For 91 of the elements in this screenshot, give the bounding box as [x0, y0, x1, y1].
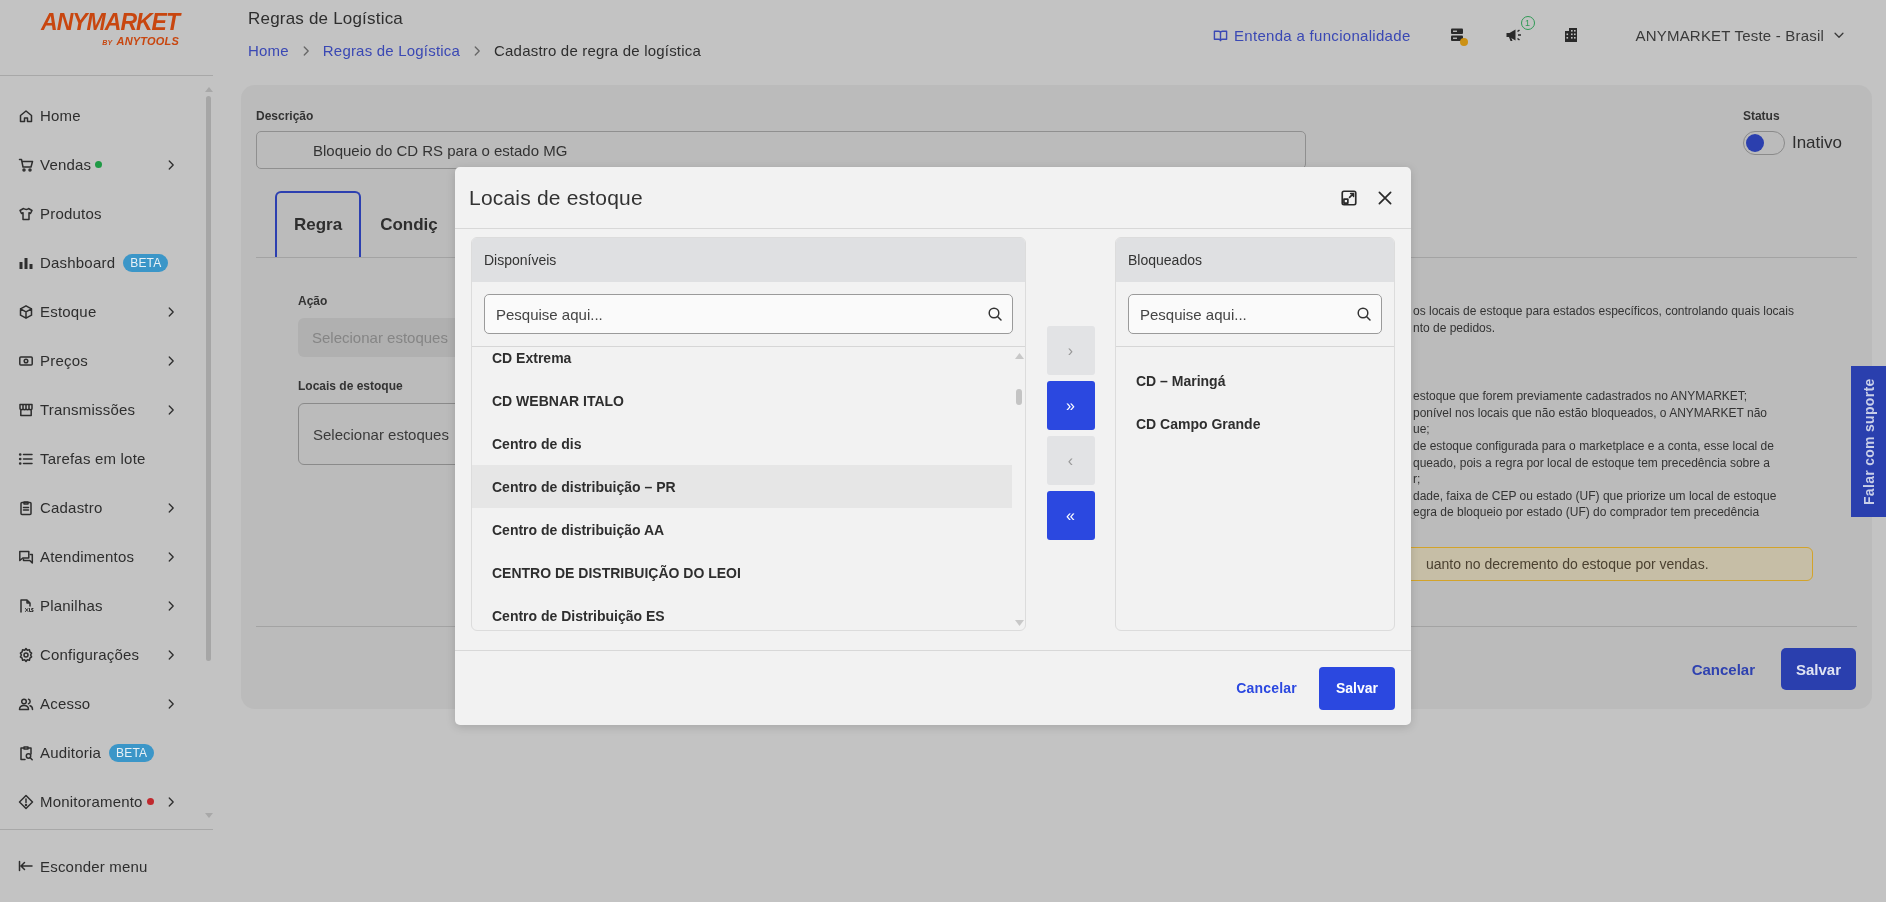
store-icon: [18, 401, 34, 418]
search-field[interactable]: Pesquise aqui...: [484, 294, 1013, 334]
notification-badge: 1: [1520, 16, 1535, 30]
list-item[interactable]: Centro de Distribuição ES: [472, 594, 1012, 630]
field-label: Descrição: [256, 109, 314, 123]
tab[interactable]: Regra: [275, 191, 362, 257]
list-item[interactable]: CD WEBNAR ITALO: [472, 379, 1012, 422]
list-icon: [18, 450, 34, 467]
search-icon: [987, 306, 1003, 322]
list-item[interactable]: CD Campo Grande: [1116, 402, 1393, 445]
transfer-button[interactable]: »: [1046, 381, 1095, 430]
breadcrumb-link[interactable]: Home: [248, 42, 289, 59]
scroll-up-icon[interactable]: [1014, 353, 1024, 359]
nav-item[interactable]: Home: [0, 91, 204, 140]
scroll-down-icon[interactable]: [1014, 620, 1024, 626]
beta-badge: BETA: [109, 743, 155, 762]
field-label: Status: [1742, 109, 1780, 123]
nav-item[interactable]: Auditoria BETA: [0, 728, 204, 777]
search-field[interactable]: Pesquise aqui...: [1128, 294, 1382, 334]
info-text: estoque que forem previamente cadastrados no ANYMARKET;: [1413, 388, 1749, 405]
nav-item[interactable]: Configurações: [0, 630, 204, 679]
server-icon[interactable]: [1448, 27, 1465, 43]
home-icon: [18, 107, 34, 124]
support-tab[interactable]: Falar com suporte: [1851, 366, 1886, 517]
panel-title: Bloqueados: [1116, 238, 1394, 282]
list-item[interactable]: CD – Maringá: [1116, 359, 1393, 402]
nav-item[interactable]: Cadastro: [0, 483, 204, 532]
spreadsheet-icon: [18, 597, 34, 614]
building-icon[interactable]: [1562, 27, 1579, 43]
nav-item[interactable]: Tarefas em lote: [0, 434, 204, 483]
close-icon[interactable]: [1376, 188, 1394, 207]
scroll-down-icon[interactable]: [204, 813, 213, 819]
nav-item[interactable]: Monitoramento: [0, 777, 204, 826]
info-text: queado, pois a regra por local de estoque tem precedência sobre a: [1413, 454, 1771, 472]
hide-menu-button[interactable]: Esconder menu: [0, 857, 174, 875]
chat-icon: [18, 548, 34, 565]
info-text: dade, faixa de CEP ou estado (UF) que priorize um local de estoque: [1413, 487, 1778, 505]
box-icon: [18, 303, 34, 320]
field-label: Locais de estoque: [298, 379, 403, 393]
expand-icon[interactable]: [1340, 188, 1358, 207]
nav-item[interactable]: Preços: [0, 336, 204, 385]
gear-icon: [18, 646, 34, 663]
info-text: r;: [1413, 471, 1422, 488]
breadcrumb-current: Cadastro de regra de logística: [494, 42, 701, 59]
list-item[interactable]: CENTRO DE DISTRIBUIÇÃO DO LEOI: [472, 551, 1012, 594]
page-title: Regras de Logística: [248, 9, 404, 29]
nav-item[interactable]: Produtos: [0, 189, 204, 238]
search-document-icon: [18, 744, 34, 761]
nav-item[interactable]: Estoque: [0, 287, 204, 336]
scroll-thumb[interactable]: [206, 96, 211, 661]
list-item[interactable]: CD Extrema: [472, 347, 1012, 379]
scroll-thumb[interactable]: [1016, 389, 1022, 405]
info-text: os locais de estoque para estados específicos, controlando quais locais: [1413, 303, 1795, 320]
toggle-label: Inativo: [1791, 133, 1842, 153]
tab[interactable]: Condiç: [361, 191, 457, 257]
nav-item[interactable]: Dashboard BETA: [0, 238, 204, 287]
info-text: ue;: [1413, 421, 1431, 438]
panel-title: Disponíveis: [472, 238, 1025, 282]
cancel-button[interactable]: Cancelar: [1691, 660, 1755, 678]
cart-icon: [18, 156, 34, 173]
warning-diamond-icon: [18, 793, 34, 810]
shirt-icon: [18, 205, 34, 222]
search-icon: [1356, 306, 1372, 322]
list-item[interactable]: Centro de dis: [472, 422, 1012, 465]
notification-dot: [1459, 38, 1468, 46]
nav-item[interactable]: Acesso: [0, 679, 204, 728]
arrow-left-icon: [18, 858, 34, 874]
scroll-up-icon[interactable]: [204, 86, 213, 92]
info-text: nto de pedidos.: [1413, 319, 1497, 337]
nav-item[interactable]: Vendas: [0, 140, 204, 189]
megaphone-icon[interactable]: [1504, 27, 1523, 43]
cancel-button[interactable]: Cancelar: [1236, 680, 1297, 696]
nav-item[interactable]: Planilhas: [0, 581, 204, 630]
transfer-button[interactable]: «: [1046, 491, 1095, 540]
nav-item[interactable]: Atendimentos: [0, 532, 204, 581]
info-text: de estoque configurada para o marketplace e a conta, esse local de: [1413, 437, 1775, 455]
list-item[interactable]: Centro de distribuição – PR: [472, 465, 1012, 508]
field-label: Ação: [298, 294, 328, 308]
help-link[interactable]: Entenda a funcionalidade: [1213, 26, 1411, 44]
account-selector[interactable]: ANYMARKET Teste - Brasil: [1635, 26, 1846, 44]
nav-item[interactable]: Transmissões: [0, 385, 204, 434]
info-text: ponível nos locais que não estão bloqueados, o ANYMARKET não: [1413, 404, 1768, 422]
breadcrumb-link[interactable]: Regras de Logística: [322, 42, 461, 59]
save-button[interactable]: Salvar: [1319, 666, 1395, 710]
logo-subtitle: ANYTOOLS: [116, 34, 179, 47]
beta-badge: BETA: [123, 253, 169, 272]
clipboard-icon: [18, 499, 34, 516]
list-item[interactable]: Centro de distribuição AA: [472, 508, 1012, 551]
info-text: egra de bloqueio por estado (UF) do comprador tem precedência: [1413, 504, 1761, 521]
modal-title: Locais de estoque: [469, 185, 643, 210]
save-button[interactable]: Salvar: [1781, 648, 1856, 690]
